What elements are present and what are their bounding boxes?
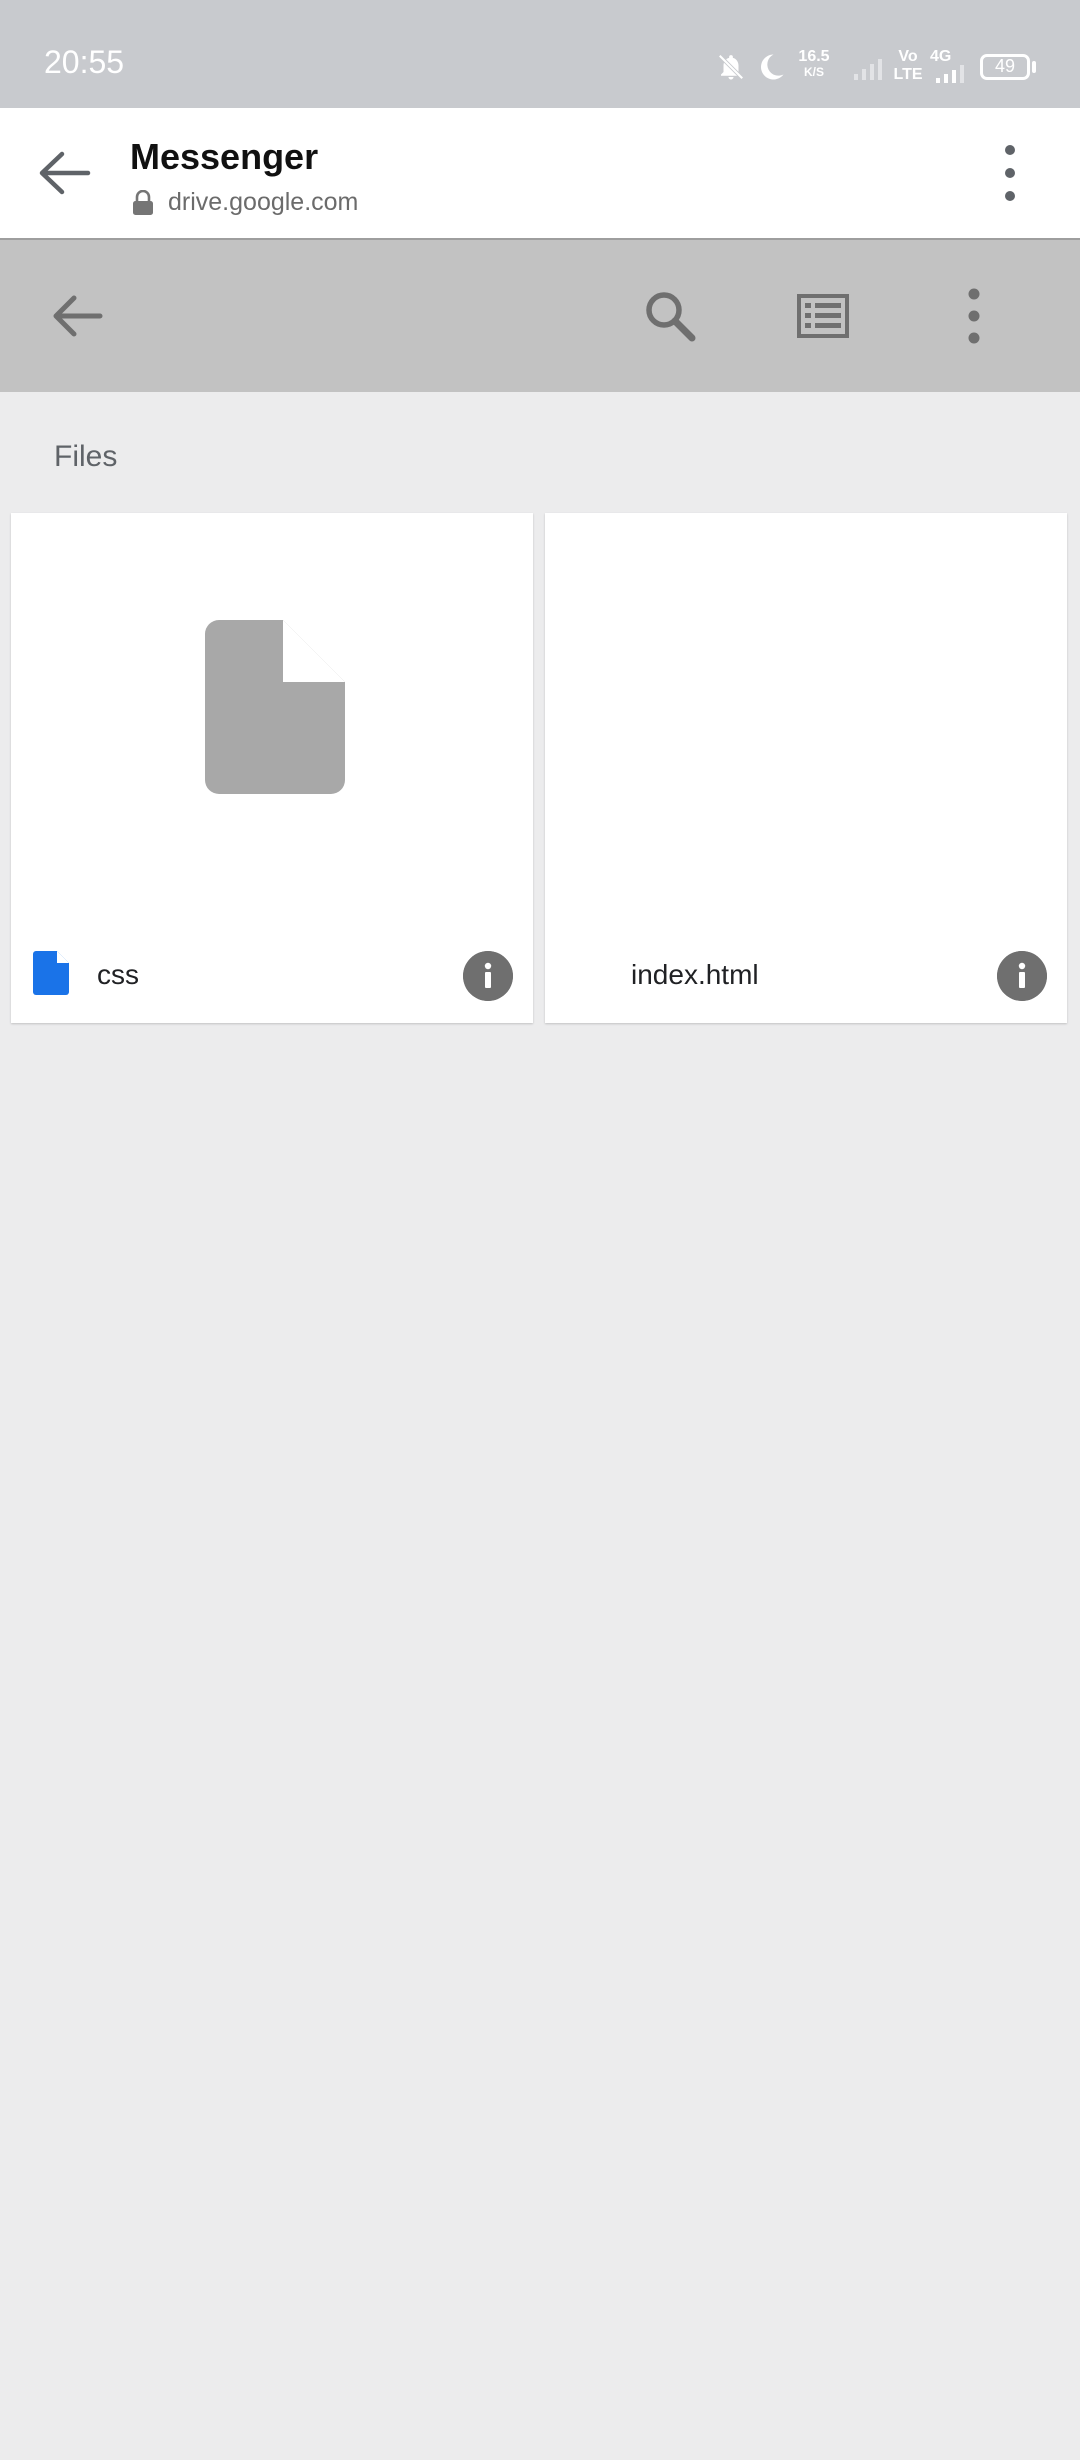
battery-icon: 49: [980, 54, 1030, 80]
file-thumbnail[interactable]: [11, 513, 533, 913]
status-time: 20:55: [44, 44, 125, 80]
page-url: drive.google.com: [168, 188, 359, 216]
page-title: Messenger: [130, 136, 319, 177]
volte-top: Vo: [898, 48, 918, 65]
more-vert-icon[interactable]: [936, 278, 1012, 354]
back-arrow-icon[interactable]: [30, 138, 100, 208]
file-card[interactable]: index.html: [545, 513, 1067, 1023]
info-icon[interactable]: [997, 951, 1047, 1001]
list-view-icon[interactable]: [785, 278, 861, 354]
file-card-footer: css: [11, 913, 533, 1023]
section-label: Files: [54, 440, 118, 473]
back-arrow-icon[interactable]: [38, 278, 114, 354]
signal-icon: [936, 65, 964, 83]
bell-off-icon: [718, 54, 744, 80]
moon-icon: [761, 54, 784, 80]
file-card[interactable]: css: [11, 513, 533, 1023]
network-speed: 16.5 K/S: [792, 48, 836, 78]
file-thumbnail[interactable]: [545, 513, 1067, 913]
document-icon: [33, 951, 69, 995]
more-vert-icon[interactable]: [990, 138, 1030, 208]
file-name: css: [97, 959, 139, 990]
lock-icon: [133, 190, 153, 215]
info-icon[interactable]: [463, 951, 513, 1001]
search-icon[interactable]: [632, 278, 708, 354]
drive-toolbar: [0, 240, 1080, 392]
battery-tip: [1032, 61, 1036, 73]
file-name: index.html: [631, 959, 759, 990]
signal-icon: [854, 59, 882, 80]
status-bar: 20:55 16.5 K/S Vo LTE 4G 49: [0, 0, 1080, 108]
speed-value: 16.5: [798, 48, 830, 65]
volte-indicator: Vo LTE: [890, 48, 926, 84]
speed-unit: K/S: [803, 65, 824, 79]
volte-bottom: LTE: [893, 66, 923, 83]
battery-level: 49: [994, 56, 1016, 76]
generic-file-icon: [205, 620, 345, 794]
custom-tab-header: Messenger drive.google.com: [0, 108, 1080, 240]
file-card-footer: index.html: [545, 913, 1067, 1023]
